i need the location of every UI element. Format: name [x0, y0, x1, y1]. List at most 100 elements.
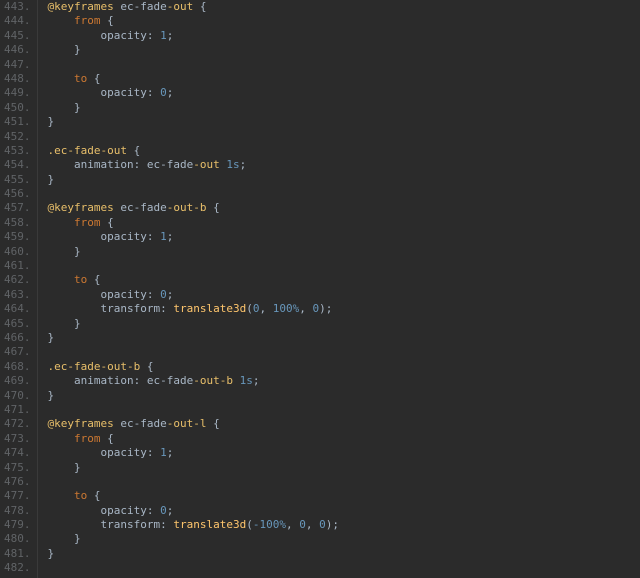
code-line[interactable]: opacity: 0;	[48, 288, 640, 302]
token-prop: opacity	[100, 230, 146, 243]
token-punc: (	[246, 302, 253, 315]
code-line[interactable]	[48, 561, 640, 575]
token-punc: }	[48, 389, 55, 402]
code-line[interactable]: @keyframes ec-fade-out-b {	[48, 201, 640, 215]
code-line[interactable]: @keyframes ec-fade-out {	[48, 0, 640, 14]
token-num: 1	[160, 230, 167, 243]
code-line[interactable]: to {	[48, 72, 640, 86]
code-line[interactable]: }	[48, 532, 640, 546]
line-number: 458.	[4, 216, 31, 230]
code-line[interactable]: animation: ec-fade-out-b 1s;	[48, 374, 640, 388]
code-line[interactable]	[48, 259, 640, 273]
token-punc: :	[147, 504, 154, 517]
line-number: 448.	[4, 72, 31, 86]
line-number: 446.	[4, 43, 31, 57]
token-out: -out-b	[167, 201, 207, 214]
token-punc: :	[147, 288, 154, 301]
token-prop: animation	[74, 374, 134, 387]
code-line[interactable]: opacity: 1;	[48, 29, 640, 43]
code-line[interactable]: }	[48, 331, 640, 345]
line-number: 461.	[4, 259, 31, 273]
code-line[interactable]: from {	[48, 14, 640, 28]
token-num: 0	[160, 86, 167, 99]
token-sel: to	[74, 72, 87, 85]
token-class: .ec-fade	[48, 144, 101, 157]
token-num: 0	[299, 518, 306, 531]
code-line[interactable]: }	[48, 389, 640, 403]
code-line[interactable]: to {	[48, 489, 640, 503]
code-line[interactable]: }	[48, 461, 640, 475]
token-prop: opacity	[100, 504, 146, 517]
token-punc: }	[74, 461, 81, 474]
code-line[interactable]: @keyframes ec-fade-out-l {	[48, 417, 640, 431]
code-line[interactable]: from {	[48, 432, 640, 446]
code-line[interactable]: }	[48, 317, 640, 331]
token-at: @keyframes	[48, 0, 114, 13]
token-punc: {	[107, 432, 114, 445]
code-line[interactable]: opacity: 1;	[48, 230, 640, 244]
token-class: .ec-fade	[48, 360, 101, 373]
token-punc: ;	[167, 446, 174, 459]
code-line[interactable]: .ec-fade-out {	[48, 144, 640, 158]
line-number: 467.	[4, 345, 31, 359]
line-number: 456.	[4, 187, 31, 201]
line-number: 477.	[4, 489, 31, 503]
code-line[interactable]	[48, 187, 640, 201]
token-prop: animation	[74, 158, 134, 171]
code-line[interactable]: opacity: 0;	[48, 504, 640, 518]
code-area[interactable]: @keyframes ec-fade-out { from { opacity:…	[38, 0, 640, 578]
token-dur: 1s	[226, 158, 239, 171]
code-editor[interactable]: 443.444.445.446.447.448.449.450.451.452.…	[0, 0, 640, 578]
token-id: ec-fade	[120, 417, 166, 430]
line-number: 444.	[4, 14, 31, 28]
code-line[interactable]: }	[48, 101, 640, 115]
token-punc: }	[48, 547, 55, 560]
code-line[interactable]	[48, 58, 640, 72]
token-out: -out-b	[193, 374, 233, 387]
code-line[interactable]: }	[48, 245, 640, 259]
token-punc: :	[147, 230, 154, 243]
token-dur: 1s	[240, 374, 253, 387]
token-num: 0	[160, 504, 167, 517]
code-line[interactable]	[48, 475, 640, 489]
code-line[interactable]: transform: translate3d(0, 100%, 0);	[48, 302, 640, 316]
code-line[interactable]	[48, 130, 640, 144]
token-punc: ;	[167, 29, 174, 42]
code-line[interactable]: }	[48, 43, 640, 57]
token-punc: :	[134, 158, 141, 171]
line-number: 454.	[4, 158, 31, 172]
token-out: -out	[193, 158, 220, 171]
code-line[interactable]: from {	[48, 216, 640, 230]
code-line[interactable]: animation: ec-fade-out 1s;	[48, 158, 640, 172]
token-punc: ;	[167, 504, 174, 517]
line-number: 471.	[4, 403, 31, 417]
token-punc: }	[74, 43, 81, 56]
token-punc: {	[213, 201, 220, 214]
token-punc: ;	[332, 518, 339, 531]
code-line[interactable]: }	[48, 173, 640, 187]
token-prop: opacity	[100, 29, 146, 42]
token-num: 0	[160, 288, 167, 301]
token-punc: )	[319, 302, 326, 315]
code-line[interactable]	[48, 403, 640, 417]
line-number: 445.	[4, 29, 31, 43]
line-number: 478.	[4, 504, 31, 518]
token-out: -out-l	[167, 417, 207, 430]
code-line[interactable]: }	[48, 547, 640, 561]
token-punc: ;	[240, 158, 247, 171]
code-line[interactable]	[48, 345, 640, 359]
line-number: 468.	[4, 360, 31, 374]
code-line[interactable]: to {	[48, 273, 640, 287]
code-line[interactable]: }	[48, 115, 640, 129]
token-punc: ;	[167, 288, 174, 301]
code-line[interactable]: .ec-fade-out-b {	[48, 360, 640, 374]
token-punc: {	[107, 14, 114, 27]
token-punc: }	[74, 317, 81, 330]
line-number: 475.	[4, 461, 31, 475]
token-punc: (	[246, 518, 253, 531]
token-punc: {	[94, 489, 101, 502]
code-line[interactable]: opacity: 0;	[48, 86, 640, 100]
token-prop: transform	[100, 518, 160, 531]
code-line[interactable]: transform: translate3d(-100%, 0, 0);	[48, 518, 640, 532]
code-line[interactable]: opacity: 1;	[48, 446, 640, 460]
